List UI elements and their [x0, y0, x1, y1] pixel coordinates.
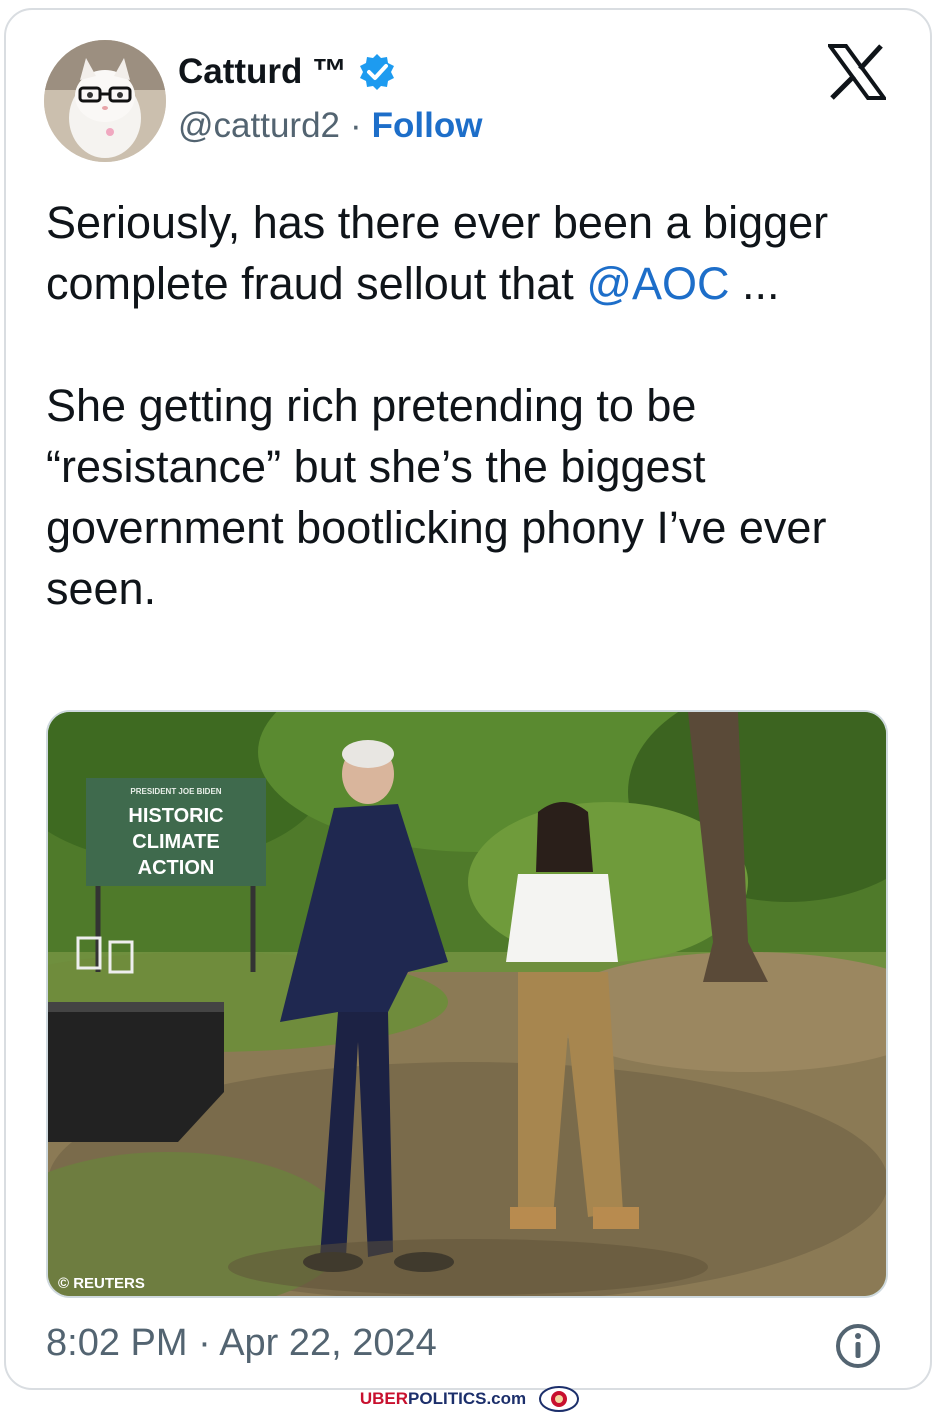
info-icon[interactable] — [834, 1322, 882, 1370]
cat-avatar-image — [44, 40, 166, 162]
tweet-timestamp[interactable]: 8:02 PM · Apr 22, 2024 — [46, 1322, 437, 1365]
photo-scene: PRESIDENT JOE BIDEN HISTORIC CLIMATE ACT… — [48, 712, 886, 1296]
handle-separator: · — [350, 106, 362, 145]
author-handle[interactable]: @catturd2 — [178, 106, 340, 146]
lion-logo-icon — [539, 1385, 580, 1412]
photo-credit: © REUTERS — [58, 1275, 145, 1292]
tweet-photo[interactable]: PRESIDENT JOE BIDEN HISTORIC CLIMATE ACT… — [46, 710, 888, 1298]
x-logo-icon[interactable] — [828, 44, 886, 100]
author-avatar[interactable] — [44, 40, 166, 162]
tweet-text: Seriously, has there ever been a bigger … — [46, 192, 886, 619]
site-watermark: UBER POLITICS.com — [0, 1384, 940, 1413]
author-name-row: Catturd ™ — [178, 52, 397, 92]
tweet-text-part2: ... She getting rich pretending to be “r… — [46, 258, 827, 614]
author-display-name[interactable]: Catturd ™ — [178, 52, 347, 92]
author-handle-row: @catturd2 · Follow — [178, 106, 482, 146]
sign-small-text: PRESIDENT JOE BIDEN — [130, 787, 221, 796]
sign-line-3: ACTION — [138, 857, 215, 879]
follow-button[interactable]: Follow — [372, 106, 483, 146]
sign-line-1: HISTORIC — [128, 805, 223, 827]
mention-link[interactable]: @AOC — [586, 258, 729, 309]
sign-line-2: CLIMATE — [132, 831, 219, 853]
watermark-brand-part1: UBER — [359, 1388, 409, 1408]
watermark-brand-part2: POLITICS.com — [408, 1388, 527, 1408]
verified-badge-icon — [360, 54, 395, 90]
